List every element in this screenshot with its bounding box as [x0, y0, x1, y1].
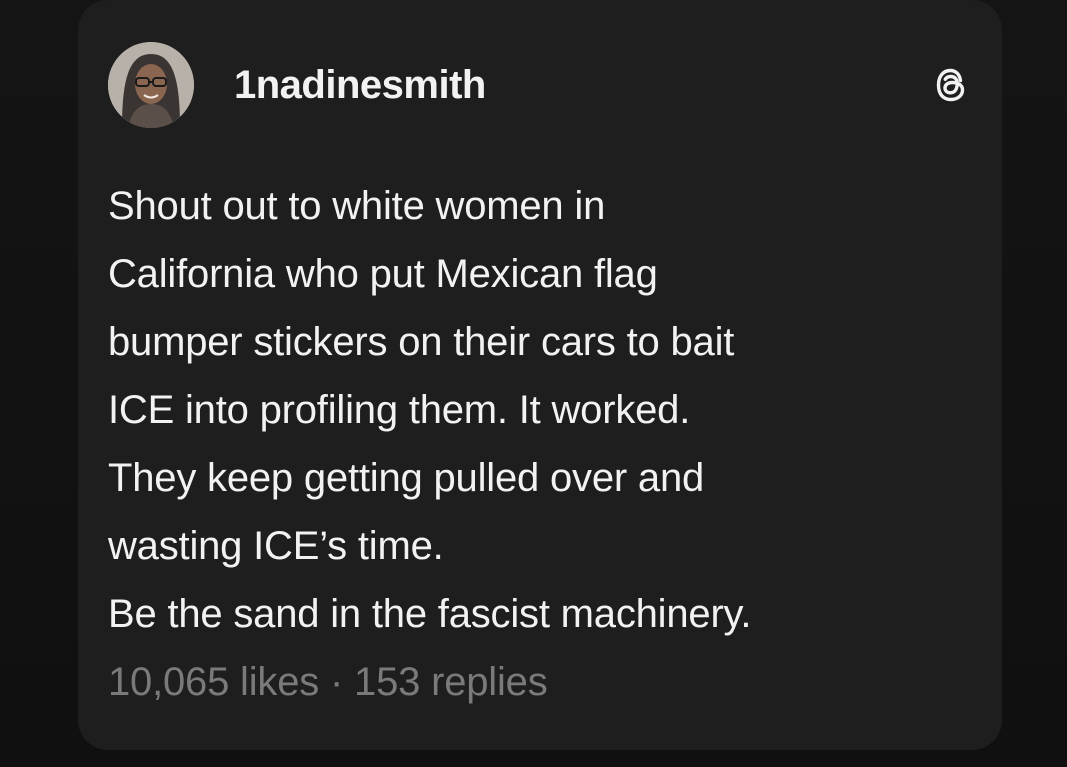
replies-count[interactable]: 153 replies [354, 660, 548, 704]
post-text: Shout out to white women in California w… [108, 184, 752, 636]
avatar[interactable] [108, 42, 194, 128]
screen: 1nadinesmith Shout out to white women in… [0, 0, 1067, 767]
post-stats: 10,065 likes · 153 replies [108, 652, 548, 712]
likes-count[interactable]: 10,065 likes [108, 660, 319, 704]
avatar-photo-icon [108, 42, 194, 128]
stats-separator: · [319, 660, 355, 704]
post-header: 1nadinesmith [108, 40, 972, 130]
post-card[interactable]: 1nadinesmith Shout out to white women in… [78, 0, 1002, 750]
threads-icon[interactable] [930, 64, 972, 106]
username[interactable]: 1nadinesmith [234, 63, 486, 108]
